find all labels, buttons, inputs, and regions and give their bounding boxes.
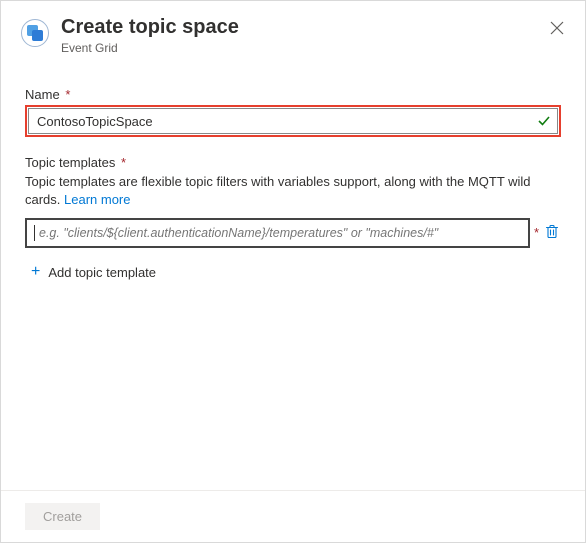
close-button[interactable] [543,15,571,43]
name-label: Name * [25,87,561,102]
template-input-wrap [28,221,527,245]
required-marker: * [121,155,126,170]
name-input-wrap [28,108,558,134]
create-button[interactable]: Create [25,503,100,530]
templates-label: Topic templates * [25,155,561,170]
learn-more-link[interactable]: Learn more [64,192,130,207]
page-subtitle: Event Grid [61,41,543,55]
template-input-highlight [25,218,530,248]
page-title: Create topic space [61,15,543,39]
add-topic-template-button[interactable]: + Add topic template [25,264,561,280]
panel-body: Name * Topic templates * Topic templates… [1,59,585,490]
create-topic-space-panel: Create topic space Event Grid Name * Top… [0,0,586,543]
required-marker: * [534,218,539,248]
name-field-highlight [25,105,561,137]
topic-template-input[interactable] [37,225,521,241]
add-template-label: Add topic template [48,265,156,280]
templates-description: Topic templates are flexible topic filte… [25,173,561,208]
trash-icon [545,224,559,242]
template-row: * [25,218,561,248]
panel-footer: Create [1,490,585,542]
templates-label-text: Topic templates [25,155,115,170]
name-label-text: Name [25,87,60,102]
checkmark-icon [537,114,551,128]
delete-template-button[interactable] [543,218,561,248]
required-marker: * [65,87,70,102]
panel-header: Create topic space Event Grid [1,1,585,59]
plus-icon: + [31,264,40,280]
name-input[interactable] [35,113,537,130]
close-icon [550,21,564,38]
header-text: Create topic space Event Grid [61,15,543,55]
event-grid-topics-icon [21,19,49,47]
